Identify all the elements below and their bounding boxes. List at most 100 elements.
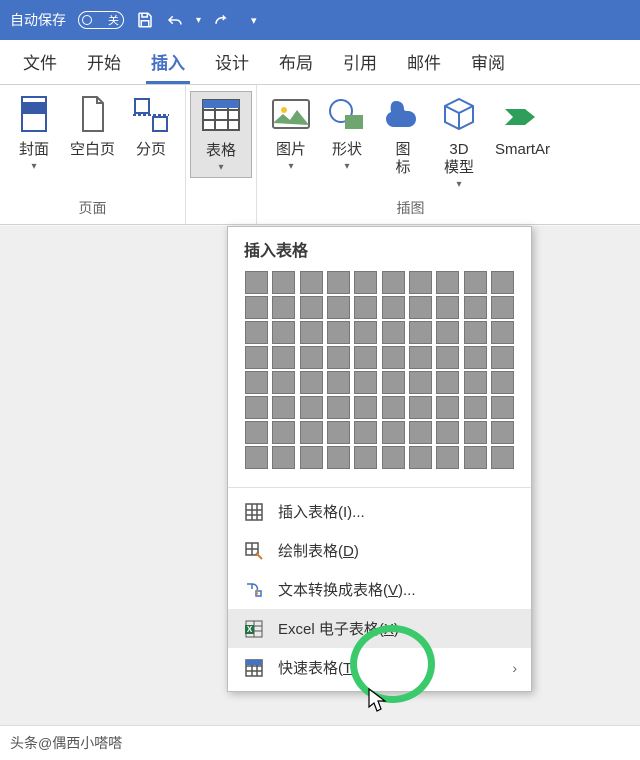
grid-cell[interactable] [409,271,432,294]
grid-cell[interactable] [491,321,514,344]
tab-file[interactable]: 文件 [8,41,72,84]
grid-cell[interactable] [382,446,405,469]
tab-layout[interactable]: 布局 [264,41,328,84]
qat-customize-icon[interactable]: ▾ [251,14,257,27]
shapes-button[interactable]: 形状▾ [321,91,373,176]
grid-cell[interactable] [327,421,350,444]
grid-cell[interactable] [436,346,459,369]
tab-mailings[interactable]: 邮件 [392,41,456,84]
grid-cell[interactable] [245,346,268,369]
page-break-button[interactable]: 分页 [125,91,177,163]
grid-cell[interactable] [382,421,405,444]
grid-cell[interactable] [245,271,268,294]
grid-cell[interactable] [272,371,295,394]
save-icon[interactable] [136,11,154,29]
grid-cell[interactable] [300,371,323,394]
grid-cell[interactable] [409,446,432,469]
grid-cell[interactable] [245,446,268,469]
grid-cell[interactable] [272,271,295,294]
grid-cell[interactable] [354,371,377,394]
grid-cell[interactable] [409,346,432,369]
tab-home[interactable]: 开始 [72,41,136,84]
grid-cell[interactable] [464,321,487,344]
grid-cell[interactable] [464,421,487,444]
grid-cell[interactable] [300,321,323,344]
grid-cell[interactable] [491,296,514,319]
grid-cell[interactable] [436,371,459,394]
grid-cell[interactable] [409,321,432,344]
grid-cell[interactable] [327,321,350,344]
grid-cell[interactable] [245,421,268,444]
grid-cell[interactable] [327,371,350,394]
grid-cell[interactable] [491,421,514,444]
tab-insert[interactable]: 插入 [136,41,200,84]
undo-icon[interactable] [166,11,184,29]
grid-cell[interactable] [327,346,350,369]
grid-cell[interactable] [464,446,487,469]
grid-cell[interactable] [409,296,432,319]
grid-cell[interactable] [382,371,405,394]
smartart-button[interactable]: SmartAr [489,91,556,163]
tab-design[interactable]: 设计 [200,41,264,84]
grid-cell[interactable] [272,296,295,319]
grid-cell[interactable] [300,446,323,469]
grid-cell[interactable] [354,321,377,344]
grid-cell[interactable] [354,421,377,444]
autosave-toggle[interactable]: 关 [78,11,124,29]
grid-cell[interactable] [436,396,459,419]
grid-cell[interactable] [272,321,295,344]
grid-cell[interactable] [409,396,432,419]
grid-cell[interactable] [327,446,350,469]
grid-cell[interactable] [409,371,432,394]
undo-caret-icon[interactable]: ▾ [196,15,201,26]
grid-cell[interactable] [245,296,268,319]
grid-cell[interactable] [382,296,405,319]
grid-cell[interactable] [382,396,405,419]
grid-cell[interactable] [245,371,268,394]
grid-cell[interactable] [464,346,487,369]
grid-cell[interactable] [272,446,295,469]
blank-page-button[interactable]: 空白页 [64,91,121,163]
grid-cell[interactable] [245,321,268,344]
grid-cell[interactable] [464,371,487,394]
grid-cell[interactable] [300,421,323,444]
grid-cell[interactable] [300,396,323,419]
grid-cell[interactable] [491,271,514,294]
grid-cell[interactable] [436,296,459,319]
cover-page-button[interactable]: 封面▾ [8,91,60,176]
grid-cell[interactable] [354,396,377,419]
grid-cell[interactable] [464,271,487,294]
pictures-button[interactable]: 图片▾ [265,91,317,176]
icons-button[interactable]: 图 标 [377,91,429,181]
grid-cell[interactable] [436,421,459,444]
grid-cell[interactable] [327,396,350,419]
grid-cell[interactable] [354,296,377,319]
grid-cell[interactable] [382,321,405,344]
grid-cell[interactable] [327,296,350,319]
grid-cell[interactable] [491,346,514,369]
grid-cell[interactable] [491,446,514,469]
grid-cell[interactable] [436,321,459,344]
tab-review[interactable]: 审阅 [456,41,520,84]
grid-cell[interactable] [272,396,295,419]
tab-references[interactable]: 引用 [328,41,392,84]
3d-models-button[interactable]: 3D 模型▾ [433,91,485,194]
grid-cell[interactable] [327,271,350,294]
table-size-grid[interactable] [228,269,531,483]
grid-cell[interactable] [354,346,377,369]
grid-cell[interactable] [300,346,323,369]
menu-insert-table[interactable]: 插入表格(I)... [228,492,531,531]
grid-cell[interactable] [245,396,268,419]
menu-quick-tables[interactable]: 快速表格(T) › [228,648,531,687]
grid-cell[interactable] [491,371,514,394]
grid-cell[interactable] [436,271,459,294]
grid-cell[interactable] [382,346,405,369]
grid-cell[interactable] [300,296,323,319]
menu-excel-spreadsheet[interactable]: X Excel 电子表格(X) [228,609,531,648]
grid-cell[interactable] [272,421,295,444]
menu-convert-text[interactable]: 文本转换成表格(V)... [228,570,531,609]
grid-cell[interactable] [354,271,377,294]
redo-icon[interactable] [213,11,231,29]
grid-cell[interactable] [464,296,487,319]
grid-cell[interactable] [436,446,459,469]
